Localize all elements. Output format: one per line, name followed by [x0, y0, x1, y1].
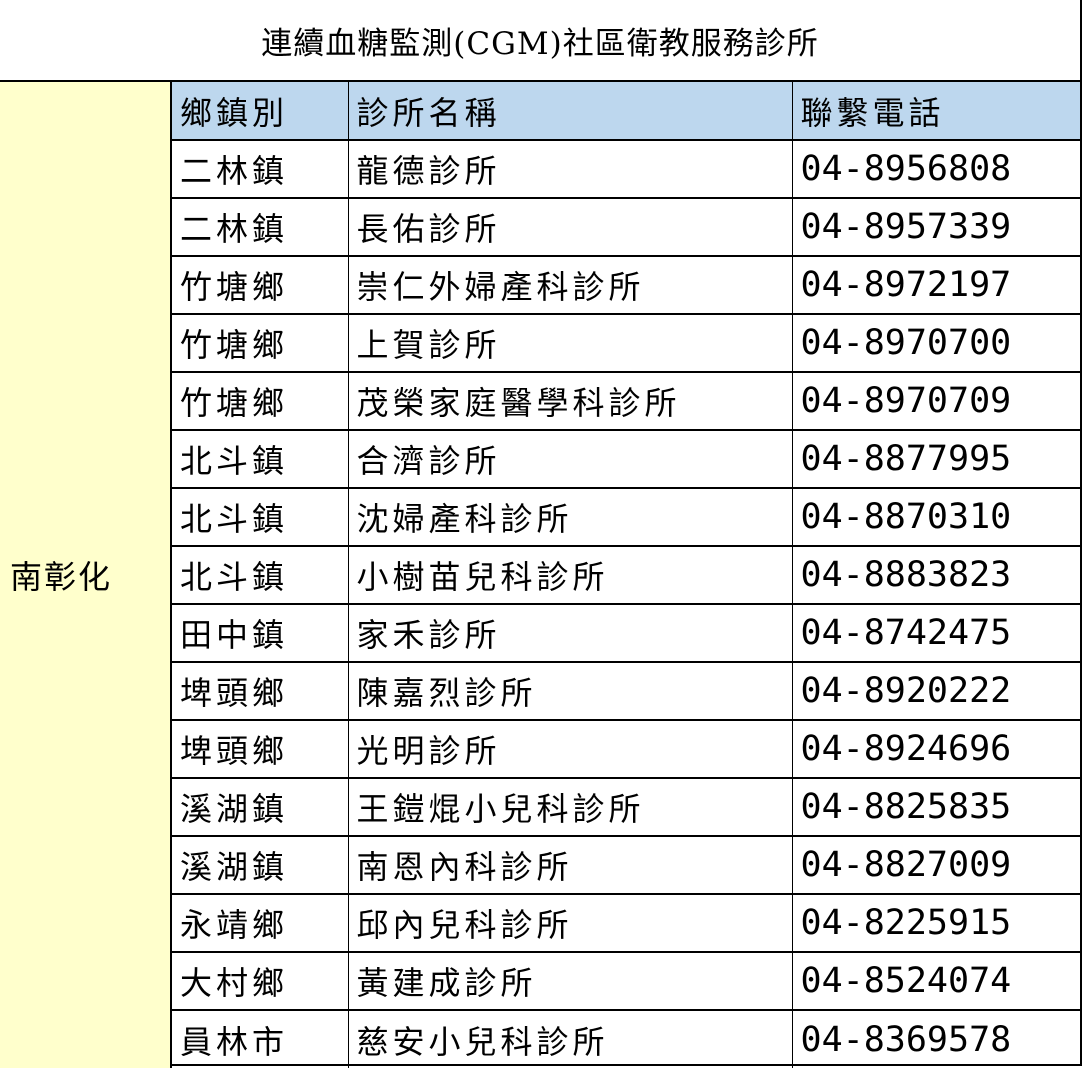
- clinic-cell: 合濟診所: [348, 430, 793, 489]
- table-row: 溪湖鎮 王鎧焜小兒科診所 04-8825835: [172, 778, 1080, 837]
- township-cell: 溪湖鎮: [172, 778, 349, 837]
- township-cell: 永靖鄉: [172, 894, 349, 953]
- table-row: 永靖鄉 邱內兒科診所 04-8225915: [172, 894, 1080, 953]
- clinic-cell: 龍德診所: [348, 140, 793, 199]
- header-township: 鄉鎮別: [172, 82, 349, 141]
- township-cell: 田中鎮: [172, 604, 349, 663]
- table-row: 二林鎮 長佑診所 04-8957339: [172, 198, 1080, 257]
- phone-cell: 04-8956808: [792, 140, 1080, 199]
- clinic-sheet: 連續血糖監測(CGM)社區衛教服務診所 南彰化 鄉鎮別 診所名稱 聯繫電話 二林…: [0, 0, 1082, 1068]
- township-cell: 竹塘鄉: [172, 314, 349, 373]
- phone-cell: 04-8972197: [792, 256, 1080, 315]
- township-cell: 大村鄉: [172, 952, 349, 1011]
- clinic-cell: 崇仁外婦產科診所: [348, 256, 793, 315]
- table-row: 員林市 慈安小兒科診所 04-8369578: [172, 1010, 1080, 1068]
- table-row: 北斗鎮 合濟診所 04-8877995: [172, 430, 1080, 489]
- phone-cell: 04-8970700: [792, 314, 1080, 373]
- phone-cell: 04-8877995: [792, 430, 1080, 489]
- clinic-cell: 沈婦產科診所: [348, 488, 793, 547]
- phone-cell: 04-8883823: [792, 546, 1080, 605]
- header-row: 鄉鎮別 診所名稱 聯繫電話: [172, 82, 1080, 141]
- township-cell: 埤頭鄉: [172, 662, 349, 721]
- township-cell: 北斗鎮: [172, 546, 349, 605]
- phone-cell: 04-8920222: [792, 662, 1080, 721]
- clinic-cell: 茂榮家庭醫學科診所: [348, 372, 793, 431]
- table-row: 溪湖鎮 南恩內科診所 04-8827009: [172, 836, 1080, 895]
- sheet-title: 連續血糖監測(CGM)社區衛教服務診所: [0, 0, 1080, 82]
- clinic-cell: 光明診所: [348, 720, 793, 779]
- clinic-cell: 王鎧焜小兒科診所: [348, 778, 793, 837]
- township-cell: 二林鎮: [172, 140, 349, 199]
- clinic-cell: 上賀診所: [348, 314, 793, 373]
- header-phone: 聯繫電話: [792, 82, 1080, 141]
- table-row: 田中鎮 家禾診所 04-8742475: [172, 604, 1080, 663]
- phone-cell: 04-8957339: [792, 198, 1080, 257]
- phone-cell: 04-8970709: [792, 372, 1080, 431]
- township-cell: 員林市: [172, 1010, 349, 1068]
- clinic-cell: 黃建成診所: [348, 952, 793, 1011]
- table-row: 埤頭鄉 光明診所 04-8924696: [172, 720, 1080, 779]
- region-cell: 南彰化: [0, 82, 172, 1068]
- header-clinic: 診所名稱: [348, 82, 793, 141]
- phone-cell: 04-8742475: [792, 604, 1080, 663]
- phone-cell: 04-8827009: [792, 836, 1080, 895]
- clinic-table: 鄉鎮別 診所名稱 聯繫電話 二林鎮 龍德診所 04-8956808 二林鎮 長佑…: [172, 82, 1080, 1068]
- table-row: 二林鎮 龍德診所 04-8956808: [172, 140, 1080, 199]
- township-cell: 二林鎮: [172, 198, 349, 257]
- clinic-cell: 家禾診所: [348, 604, 793, 663]
- phone-cell: 04-8924696: [792, 720, 1080, 779]
- clinic-cell: 慈安小兒科診所: [348, 1010, 793, 1068]
- phone-cell: 04-8524074: [792, 952, 1080, 1011]
- clinic-cell: 南恩內科診所: [348, 836, 793, 895]
- township-cell: 竹塘鄉: [172, 372, 349, 431]
- phone-cell: 04-8369578: [800, 1019, 1012, 1060]
- table-row: 竹塘鄉 崇仁外婦產科診所 04-8972197: [172, 256, 1080, 315]
- clinic-cell: 小樹苗兒科診所: [348, 546, 793, 605]
- sheet-body: 南彰化 鄉鎮別 診所名稱 聯繫電話 二林鎮 龍德診所 04-8956808 二林…: [0, 82, 1080, 1068]
- table-row: 竹塘鄉 茂榮家庭醫學科診所 04-8970709: [172, 372, 1080, 431]
- phone-cell: 04-8225915: [792, 894, 1080, 953]
- table-row: 北斗鎮 小樹苗兒科診所 04-8883823: [172, 546, 1080, 605]
- table-row: 埤頭鄉 陳嘉烈診所 04-8920222: [172, 662, 1080, 721]
- table-row: 北斗鎮 沈婦產科診所 04-8870310: [172, 488, 1080, 547]
- township-cell: 北斗鎮: [172, 488, 349, 547]
- township-cell: 埤頭鄉: [172, 720, 349, 779]
- township-cell: 竹塘鄉: [172, 256, 349, 315]
- clinic-cell: 邱內兒科診所: [348, 894, 793, 953]
- township-cell: 北斗鎮: [172, 430, 349, 489]
- clinic-cell: 陳嘉烈診所: [348, 662, 793, 721]
- phone-cell: 04-8870310: [792, 488, 1080, 547]
- table-row: 大村鄉 黃建成診所 04-8524074: [172, 952, 1080, 1011]
- township-cell: 溪湖鎮: [172, 836, 349, 895]
- table-row: 竹塘鄉 上賀診所 04-8970700: [172, 314, 1080, 373]
- clinic-cell: 長佑診所: [348, 198, 793, 257]
- phone-cell: 04-8825835: [792, 778, 1080, 837]
